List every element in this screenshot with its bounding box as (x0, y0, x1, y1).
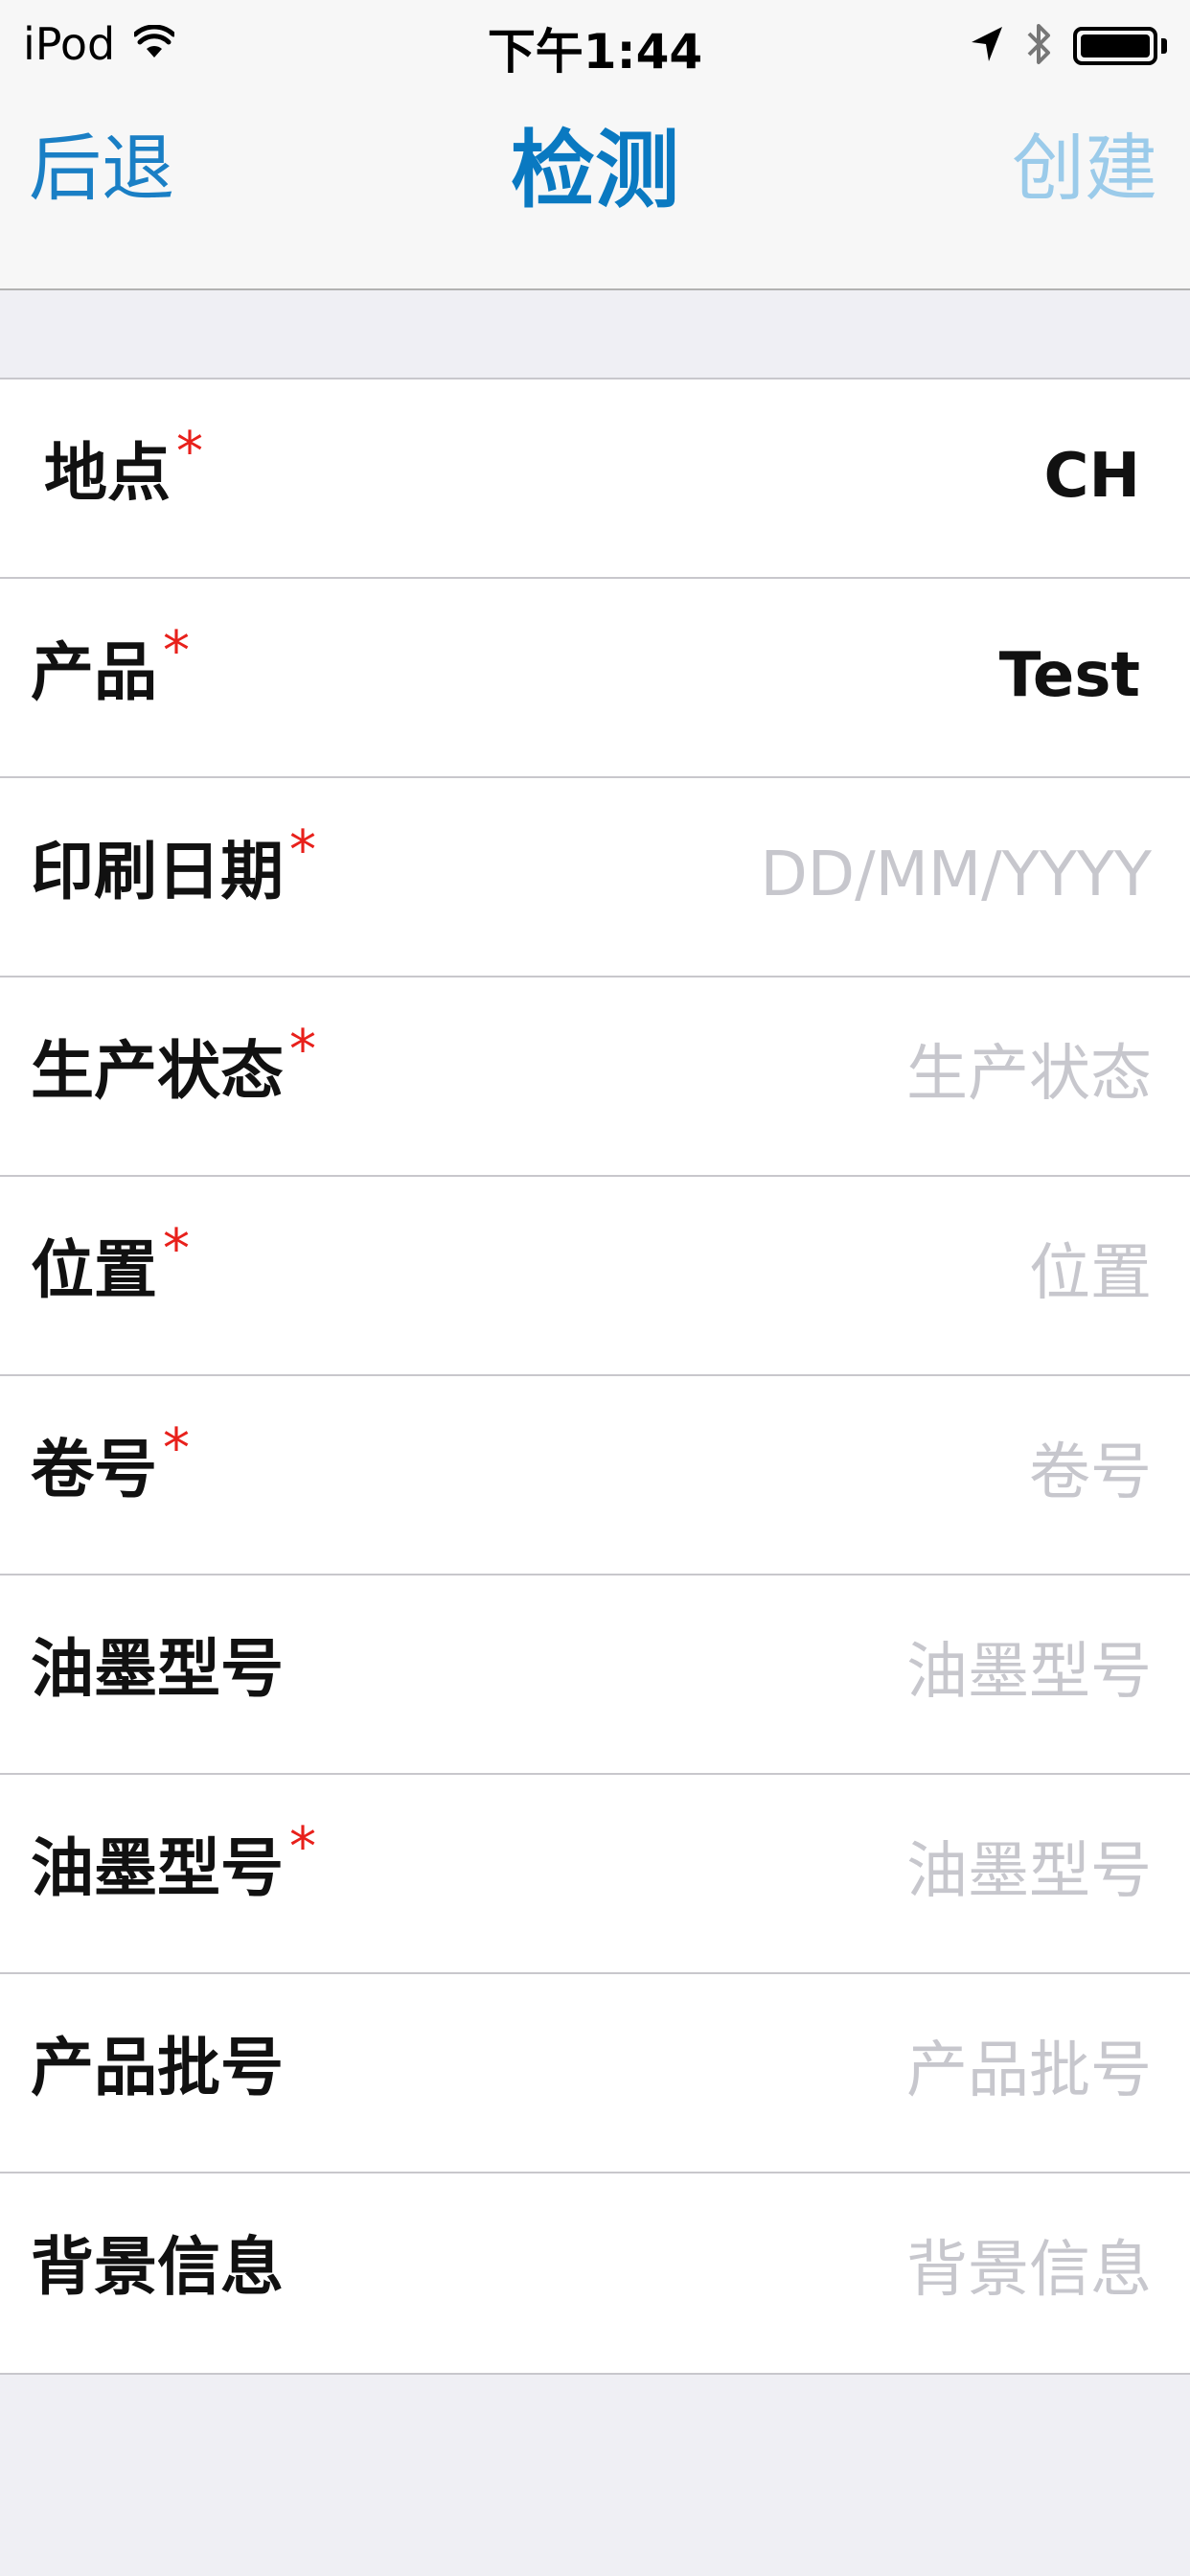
row-label: 位置 * (31, 1220, 190, 1307)
row-label-text: 卷号 (31, 1433, 157, 1506)
row-label-text: 产品 (31, 635, 157, 709)
battery-icon (1073, 27, 1157, 65)
row-label-text: 背景信息 (31, 2230, 284, 2304)
form-row-production-status[interactable]: 生产状态 * 生产状态 (0, 978, 1190, 1177)
screen: iPod 下午1:44 后退 检测 创建 地点 * CH 产品 * Test 印… (0, 0, 1190, 2576)
form-row-ink-model-2[interactable]: 油墨型号 * 油墨型号 (0, 1775, 1190, 1974)
ink-model-required-field[interactable]: 油墨型号 (906, 1838, 1152, 1906)
print-date-field[interactable]: DD/MM/YYYY (761, 841, 1153, 909)
status-bar: iPod 下午1:44 (0, 0, 1190, 86)
batch-number-field[interactable]: 产品批号 (906, 2037, 1152, 2105)
form-row-location[interactable]: 地点 * CH (0, 380, 1190, 579)
row-label-text: 油墨型号 (31, 1831, 284, 1905)
position-field[interactable]: 位置 (1029, 1240, 1152, 1308)
row-label-text: 油墨型号 (31, 1632, 284, 1706)
required-asterisk: * (289, 1816, 316, 1878)
row-label-text: 地点 (44, 436, 171, 510)
row-label-text: 位置 (31, 1233, 157, 1307)
nav-bar: 后退 检测 创建 (0, 86, 1190, 290)
required-asterisk: * (289, 819, 316, 882)
roll-number-field[interactable]: 卷号 (1029, 1439, 1152, 1507)
row-label: 卷号 * (31, 1419, 190, 1506)
status-right (970, 19, 1167, 73)
required-asterisk: * (163, 1417, 190, 1480)
bluetooth-icon (1025, 20, 1052, 72)
row-label-text: 产品批号 (31, 2031, 284, 2104)
form-row-batch-number[interactable]: 产品批号 产品批号 (0, 1974, 1190, 2174)
production-status-field[interactable]: 生产状态 (906, 1041, 1152, 1109)
row-label: 产品批号 (31, 2031, 284, 2104)
product-value[interactable]: Test (999, 642, 1140, 710)
battery-tip (1161, 38, 1167, 54)
row-label-text: 印刷日期 (31, 835, 284, 908)
row-label: 地点 * (44, 423, 203, 510)
row-label: 产品 * (31, 622, 190, 709)
required-asterisk: * (176, 421, 203, 483)
location-arrow-icon (970, 25, 1004, 67)
battery-fill (1081, 34, 1150, 58)
row-label: 生产状态 * (31, 1021, 316, 1108)
form-row-ink-model-1[interactable]: 油墨型号 油墨型号 (0, 1576, 1190, 1775)
background-info-field[interactable]: 背景信息 (906, 2237, 1152, 2305)
form-list: 地点 * CH 产品 * Test 印刷日期 * DD/MM/YYYY 生产状态 * 生… (0, 378, 1190, 2375)
row-label-text: 生产状态 (31, 1034, 284, 1108)
row-label: 印刷日期 * (31, 821, 316, 908)
form-row-product[interactable]: 产品 * Test (0, 579, 1190, 778)
ink-model-field[interactable]: 油墨型号 (906, 1639, 1152, 1707)
form-row-print-date[interactable]: 印刷日期 * DD/MM/YYYY (0, 778, 1190, 978)
required-asterisk: * (289, 1019, 316, 1081)
required-asterisk: * (163, 1218, 190, 1280)
location-value[interactable]: CH (1043, 443, 1140, 511)
row-label: 背景信息 (31, 2230, 284, 2304)
form-row-roll-number[interactable]: 卷号 * 卷号 (0, 1376, 1190, 1576)
row-label: 油墨型号 (31, 1632, 284, 1706)
form-row-background-info[interactable]: 背景信息 背景信息 (0, 2174, 1190, 2373)
row-label: 油墨型号 * (31, 1818, 316, 1905)
form-row-position[interactable]: 位置 * 位置 (0, 1177, 1190, 1376)
required-asterisk: * (163, 620, 190, 682)
create-button[interactable]: 创建 (1012, 132, 1157, 205)
